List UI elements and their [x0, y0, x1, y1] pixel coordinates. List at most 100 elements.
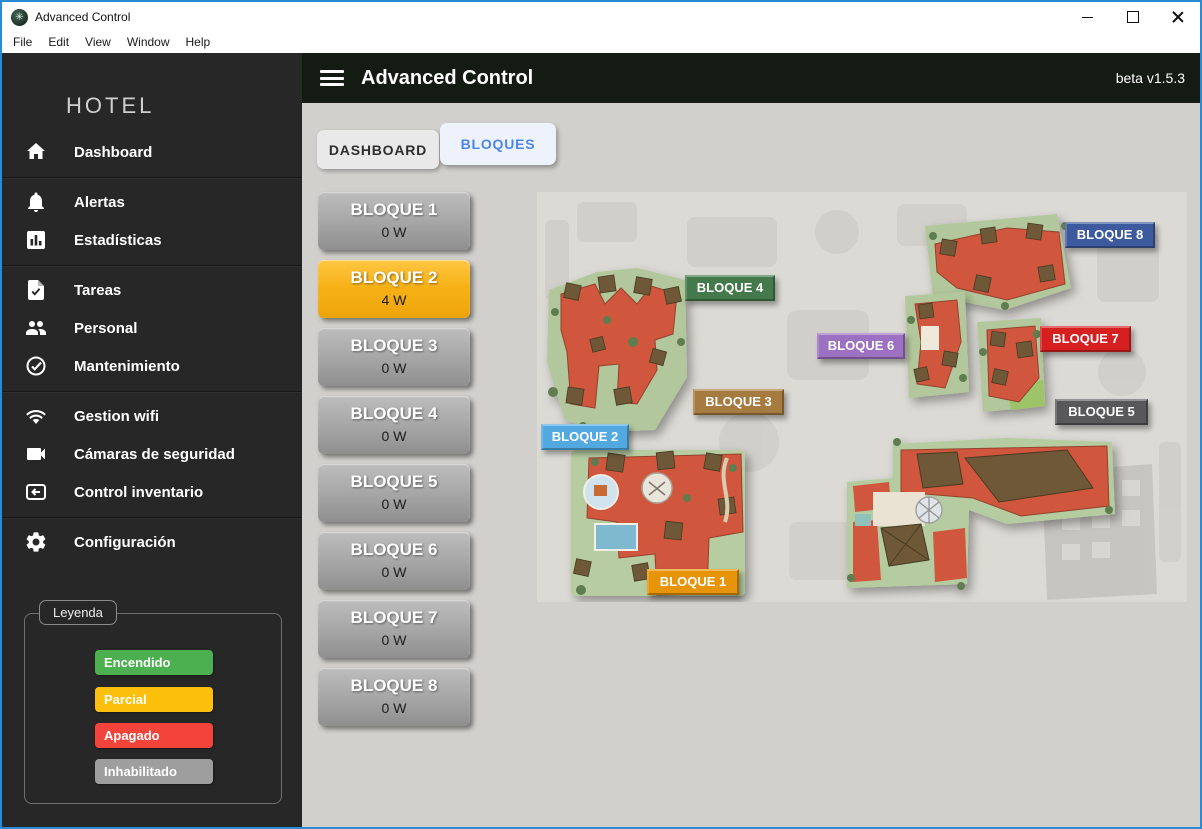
block-button-label: BLOQUE 4: [318, 404, 470, 424]
sidebar-item-label: Cámaras de seguridad: [74, 446, 235, 463]
block-button-power: 0 W: [318, 428, 470, 444]
bar-chart-icon: [24, 228, 48, 252]
resort-map: BLOQUE 8 BLOQUE 4 BLOQUE 6 BLOQUE 7 BLOQ…: [537, 192, 1187, 602]
sidebar-item-label: Gestion wifi: [74, 408, 159, 425]
os-titlebar: Advanced Control: [2, 2, 1200, 32]
legend-item-parcial: Parcial: [95, 687, 213, 712]
app-version: beta v1.5.3: [1116, 70, 1185, 86]
block-button-bloque-6[interactable]: BLOQUE 6 0 W: [318, 532, 470, 590]
sidebar-item-mantenimiento[interactable]: Mantenimiento: [2, 347, 302, 385]
check-circle-icon: [24, 354, 48, 378]
sidebar-item-gestion-wifi[interactable]: Gestion wifi: [2, 397, 302, 435]
sidebar-item-label: Configuración: [74, 534, 176, 551]
block-button-bloque-3[interactable]: BLOQUE 3 0 W: [318, 328, 470, 386]
tab-dashboard[interactable]: DASHBOARD: [317, 130, 439, 169]
block-button-power: 0 W: [318, 224, 470, 240]
sidebar-item-label: Personal: [74, 320, 137, 337]
block-button-label: BLOQUE 8: [318, 676, 470, 696]
map-label-bloque-8[interactable]: BLOQUE 8: [1065, 222, 1155, 248]
map-label-bloque-5[interactable]: BLOQUE 5: [1055, 399, 1148, 425]
legend-title: Leyenda: [39, 600, 117, 625]
sidebar-item-label: Alertas: [74, 194, 125, 211]
block-button-power: 0 W: [318, 496, 470, 512]
video-camera-icon: [24, 442, 48, 466]
tab-bloques[interactable]: BLOQUES: [440, 123, 556, 165]
sidebar-item-label: Dashboard: [74, 144, 152, 161]
map-label-bloque-3[interactable]: BLOQUE 3: [693, 389, 784, 415]
sidebar-divider: [2, 265, 302, 266]
sidebar-item-tareas[interactable]: Tareas: [2, 271, 302, 309]
close-button[interactable]: [1155, 2, 1200, 32]
sidebar-item-alertas[interactable]: Alertas: [2, 183, 302, 221]
menu-help[interactable]: Help: [178, 32, 219, 53]
sidebar-item-camaras[interactable]: Cámaras de seguridad: [2, 435, 302, 473]
map-artwork: [537, 192, 1187, 602]
menu-bar: File Edit View Window Help: [2, 32, 1200, 53]
sidebar-item-label: Tareas: [74, 282, 121, 299]
wifi-icon: [24, 404, 48, 428]
block-button-label: BLOQUE 6: [318, 540, 470, 560]
menu-edit[interactable]: Edit: [40, 32, 77, 53]
block-button-bloque-2[interactable]: BLOQUE 2 4 W: [318, 260, 470, 318]
people-icon: [24, 316, 48, 340]
sidebar-item-label: Estadísticas: [74, 232, 162, 249]
app-window: Advanced Control File Edit View Window H…: [0, 0, 1202, 829]
sidebar-divider: [2, 391, 302, 392]
block-button-label: BLOQUE 2: [318, 268, 470, 288]
block-button-power: 0 W: [318, 632, 470, 648]
block-button-power: 0 W: [318, 360, 470, 376]
maximize-icon: [1127, 11, 1139, 23]
map-label-bloque-6[interactable]: BLOQUE 6: [817, 333, 905, 359]
hamburger-menu-icon[interactable]: [320, 70, 344, 86]
sidebar-item-estadisticas[interactable]: Estadísticas: [2, 221, 302, 259]
app-logo-icon: [11, 9, 28, 26]
sidebar-item-configuracion[interactable]: Configuración: [2, 523, 302, 561]
home-icon: [24, 140, 48, 164]
sidebar-divider: [2, 177, 302, 178]
legend-box: Leyenda Encendido Parcial Apagado Inhabi…: [24, 613, 282, 804]
block-button-bloque-1[interactable]: BLOQUE 1 0 W: [318, 192, 470, 250]
block-button-power: 0 W: [318, 700, 470, 716]
menu-window[interactable]: Window: [119, 32, 178, 53]
bell-icon: [24, 190, 48, 214]
menu-view[interactable]: View: [77, 32, 119, 53]
block-button-label: BLOQUE 5: [318, 472, 470, 492]
app-title: Advanced Control: [361, 67, 1116, 90]
app-header: Advanced Control beta v1.5.3: [302, 53, 1200, 103]
menu-file[interactable]: File: [5, 32, 40, 53]
maximize-button[interactable]: [1110, 2, 1155, 32]
legend-item-encendido: Encendido: [95, 650, 213, 675]
block-button-label: BLOQUE 1: [318, 200, 470, 220]
window-title: Advanced Control: [35, 10, 1065, 24]
block-button-label: BLOQUE 7: [318, 608, 470, 628]
block-button-bloque-4[interactable]: BLOQUE 4 0 W: [318, 396, 470, 454]
minimize-button[interactable]: [1065, 2, 1110, 32]
block-button-bloque-7[interactable]: BLOQUE 7 0 W: [318, 600, 470, 658]
sidebar-item-label: Control inventario: [74, 484, 203, 501]
close-icon: [1172, 11, 1184, 23]
main-content: Advanced Control beta v1.5.3 DASHBOARD B…: [302, 53, 1200, 827]
sidebar-item-label: Mantenimiento: [74, 358, 180, 375]
map-label-bloque-1[interactable]: BLOQUE 1: [647, 569, 739, 595]
map-label-bloque-4[interactable]: BLOQUE 4: [685, 275, 775, 301]
minimize-icon: [1082, 17, 1093, 18]
map-label-bloque-7[interactable]: BLOQUE 7: [1040, 326, 1131, 352]
gear-icon: [24, 530, 48, 554]
block-button-label: BLOQUE 3: [318, 336, 470, 356]
block-button-power: 4 W: [318, 292, 470, 308]
task-icon: [24, 278, 48, 302]
brand-logo: HOTEL: [66, 93, 154, 119]
block-button-power: 0 W: [318, 564, 470, 580]
sidebar-item-control-inventario[interactable]: Control inventario: [2, 473, 302, 511]
window-controls: [1065, 2, 1200, 32]
sidebar-divider: [2, 517, 302, 518]
legend-item-apagado: Apagado: [95, 723, 213, 748]
block-button-bloque-5[interactable]: BLOQUE 5 0 W: [318, 464, 470, 522]
sidebar-item-dashboard[interactable]: Dashboard: [2, 133, 302, 171]
sidebar: HOTEL Dashboard Alertas Estadísticas Tar…: [2, 53, 302, 827]
sidebar-item-personal[interactable]: Personal: [2, 309, 302, 347]
inventory-icon: [24, 480, 48, 504]
map-label-bloque-2[interactable]: BLOQUE 2: [541, 424, 629, 450]
block-button-bloque-8[interactable]: BLOQUE 8 0 W: [318, 668, 470, 726]
legend-item-inhabilitado: Inhabilitado: [95, 759, 213, 784]
